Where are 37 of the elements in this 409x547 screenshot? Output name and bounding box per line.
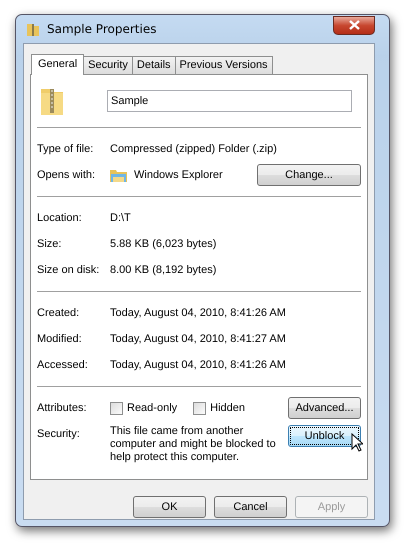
tab[interactable]: Details — [132, 56, 176, 74]
field-label: Type of file: — [37, 142, 94, 157]
tab[interactable]: General — [31, 54, 84, 75]
field-value: Today, August 04, 2010, 8:41:27 AM — [110, 332, 286, 347]
change-button[interactable]: Change... — [257, 164, 361, 186]
folder-icon — [110, 168, 127, 182]
field-label: Size on disk: — [37, 262, 100, 278]
security-note: This file came from another computer and might be blocked to help protect this computer. — [110, 425, 277, 464]
field-label: Created: — [37, 306, 80, 321]
mouse-pointer-icon — [351, 433, 363, 452]
dialog-button[interactable]: Cancel — [214, 496, 287, 518]
field-value: 5.88 KB (6,023 bytes) — [110, 236, 216, 252]
dialog-button[interactable]: OK — [133, 496, 206, 518]
field-label: Accessed: — [37, 358, 89, 373]
field-value: Compressed (zipped) Folder (.zip) — [110, 142, 277, 157]
field-label: Security: — [37, 427, 81, 442]
field-label: Location: — [37, 210, 83, 226]
close-button[interactable] — [333, 16, 375, 34]
field-value: D:\T — [110, 210, 131, 226]
tab[interactable]: Security — [83, 56, 133, 74]
zip-folder-icon — [26, 21, 40, 37]
checkbox[interactable]: Read-only — [110, 400, 178, 416]
window-title: Sample Properties — [47, 21, 158, 38]
field-label: Modified: — [37, 332, 83, 347]
advanced-button[interactable]: Advanced... — [288, 397, 361, 419]
unblock-button[interactable]: Unblock — [288, 425, 361, 447]
app-name: Windows Explorer — [134, 168, 224, 183]
checkbox[interactable]: Hidden — [193, 400, 245, 416]
close-icon — [348, 20, 360, 30]
field-label: Opens with: — [37, 168, 96, 183]
field-value: Today, August 04, 2010, 8:41:26 AM — [110, 358, 286, 373]
field-label: Attributes: — [37, 400, 88, 416]
field-label: Size: — [37, 236, 62, 252]
field-value: Today, August 04, 2010, 8:41:26 AM — [110, 306, 286, 321]
field-value: 8.00 KB (8,192 bytes) — [110, 262, 216, 278]
name-field[interactable]: Sample — [107, 90, 352, 112]
tab[interactable]: Previous Versions — [174, 56, 273, 74]
